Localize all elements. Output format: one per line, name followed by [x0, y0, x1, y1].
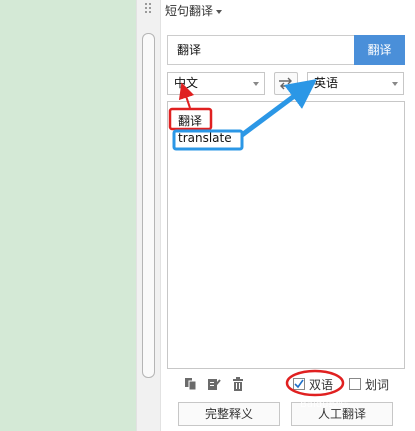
result-toolbar: 双语 划词 [167, 372, 405, 396]
caret-down-icon[interactable] [216, 10, 223, 14]
edit-icon[interactable] [207, 377, 221, 391]
target-language-value: 英语 [314, 76, 339, 90]
panel-title-menu[interactable]: 短句翻译 [165, 2, 223, 20]
swap-arrows-icon [279, 77, 293, 90]
translate-button[interactable]: 翻译 [354, 35, 405, 65]
result-source-text: 翻译 [178, 114, 203, 128]
swap-languages-button[interactable] [274, 72, 298, 95]
full-definition-button[interactable]: 完整释义 [178, 402, 280, 426]
chevron-down-icon [392, 82, 398, 86]
source-language-select[interactable]: 中文 [167, 72, 265, 95]
watermark: Baidu经验 [300, 399, 349, 410]
copy-icon[interactable] [184, 377, 198, 391]
translate-panel: 短句翻译 翻译 翻译 中文 英语 翻译 translate 双语 划词 完整释义… [161, 0, 415, 431]
source-language-value: 中文 [174, 76, 199, 90]
bilingual-checkbox[interactable] [293, 378, 305, 390]
bilingual-label[interactable]: 双语 [309, 376, 333, 393]
word-select-checkbox[interactable] [349, 378, 361, 390]
panel-title: 短句翻译 [165, 4, 214, 18]
document-background [0, 0, 136, 431]
translation-result[interactable]: 翻译 translate [167, 101, 405, 369]
chevron-down-icon [253, 82, 259, 86]
word-select-label[interactable]: 划词 [365, 376, 389, 393]
target-language-select[interactable]: 英语 [307, 72, 404, 95]
grip-icon[interactable] [145, 3, 153, 19]
scrollbar-thumb[interactable] [142, 33, 155, 378]
vertical-scrollbar[interactable] [136, 0, 161, 431]
trash-icon[interactable] [231, 377, 245, 391]
result-translated-text: translate [178, 131, 232, 145]
translate-input[interactable]: 翻译 [167, 35, 354, 65]
check-icon [294, 379, 304, 389]
